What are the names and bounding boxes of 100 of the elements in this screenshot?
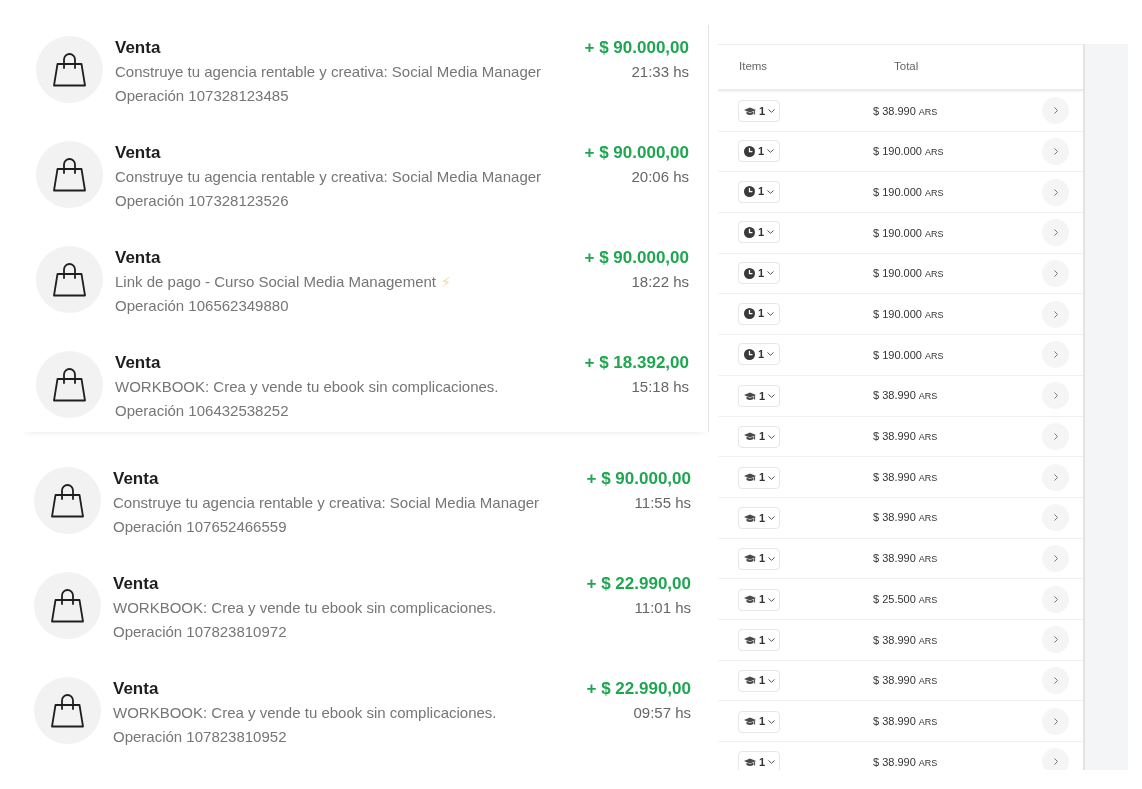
caret-icon xyxy=(767,271,775,276)
clock-icon xyxy=(744,348,755,360)
quantity-dropdown[interactable]: 1 xyxy=(738,302,780,325)
open-row-button[interactable] xyxy=(1042,138,1069,166)
shopping-bag-icon xyxy=(34,467,101,534)
total-cell-text: $ 38.990 ARS xyxy=(873,551,939,567)
caret-icon xyxy=(768,678,776,683)
clock-icon xyxy=(744,226,755,238)
quantity-dropdown[interactable]: 1 xyxy=(738,140,780,163)
open-row-button[interactable] xyxy=(1042,97,1069,125)
sale-time: 11:01 hs xyxy=(634,597,691,618)
total-cell-text: $ 190.000 ARS xyxy=(873,144,945,160)
open-row-button[interactable] xyxy=(1042,260,1069,288)
caret-icon xyxy=(767,311,775,316)
total-cell-text: $ 38.990 ARS xyxy=(873,754,939,770)
clock-icon xyxy=(744,145,755,157)
total-cell-text: $ 190.000 ARS xyxy=(873,266,945,282)
sale-title: Venta xyxy=(113,573,159,596)
operation-number: Operación 107652466559 xyxy=(113,516,287,537)
caret-icon xyxy=(768,638,776,643)
shopping-bag-icon xyxy=(36,36,103,103)
chevron-right-icon xyxy=(1053,270,1058,278)
total-cell-text: $ 25.500 ARS xyxy=(873,591,939,607)
sale-amount: + $ 22.990,00 xyxy=(586,678,691,701)
open-row-button[interactable] xyxy=(1042,666,1069,694)
sale-amount: + $ 90.000,00 xyxy=(584,37,689,60)
quantity-dropdown[interactable]: 1 xyxy=(738,629,780,652)
quantity-dropdown[interactable]: 1 xyxy=(738,385,780,408)
caret-icon xyxy=(768,597,776,602)
sale-title: Venta xyxy=(113,678,159,701)
chevron-right-icon xyxy=(1053,310,1058,318)
sale-amount: + $ 90.000,00 xyxy=(586,468,691,491)
operation-number: Operación 107328123485 xyxy=(115,85,289,106)
chevron-right-icon xyxy=(1053,514,1058,522)
open-row-button[interactable] xyxy=(1042,422,1069,450)
operation-number: Operación 107823810972 xyxy=(113,621,287,642)
caret-icon xyxy=(767,230,775,235)
sale-description: WORKBOOK: Crea y vende tu ebook sin complicaciones. xyxy=(113,702,497,723)
shopping-bag-icon xyxy=(34,572,101,639)
open-row-button[interactable] xyxy=(1042,748,1069,770)
quantity-dropdown[interactable]: 1 xyxy=(738,100,780,123)
shopping-bag-icon xyxy=(36,141,103,208)
quantity-dropdown[interactable]: 1 xyxy=(738,507,780,530)
open-row-button[interactable] xyxy=(1042,219,1069,247)
sale-title: Venta xyxy=(115,37,161,60)
chevron-right-icon xyxy=(1053,392,1058,400)
open-row-button[interactable] xyxy=(1042,626,1069,654)
open-row-button[interactable] xyxy=(1042,504,1069,532)
caret-icon xyxy=(767,189,775,194)
caret-icon xyxy=(768,760,776,765)
quantity-dropdown[interactable]: 1 xyxy=(738,262,780,285)
chevron-right-icon xyxy=(1053,473,1058,481)
chevron-right-icon xyxy=(1053,676,1058,684)
quantity-dropdown[interactable]: 1 xyxy=(738,710,780,733)
quantity-dropdown[interactable]: 1 xyxy=(738,669,780,692)
open-row-button[interactable] xyxy=(1042,585,1069,613)
sale-amount: + $ 90.000,00 xyxy=(584,247,689,270)
caret-icon xyxy=(768,109,776,114)
open-row-button[interactable] xyxy=(1042,707,1069,735)
mortarboard-icon xyxy=(744,757,756,767)
open-row-button[interactable] xyxy=(1042,382,1069,410)
quantity-dropdown[interactable]: 1 xyxy=(738,221,780,244)
chevron-right-icon xyxy=(1053,351,1058,359)
mortarboard-icon xyxy=(744,676,756,686)
open-row-button[interactable] xyxy=(1042,341,1069,369)
sale-description: WORKBOOK: Crea y vende tu ebook sin complicaciones. xyxy=(113,597,497,618)
mortarboard-icon xyxy=(744,432,756,442)
quantity-dropdown[interactable]: 1 xyxy=(738,425,780,448)
sale-time: 11:55 hs xyxy=(634,492,691,513)
lightning-icon: ⚡ xyxy=(441,271,451,293)
total-cell-text: $ 38.990 ARS xyxy=(873,713,939,729)
mortarboard-icon xyxy=(744,513,756,523)
total-cell-text: $ 38.990 ARS xyxy=(873,673,939,689)
quantity-dropdown[interactable]: 1 xyxy=(738,547,780,570)
total-cell-text: $ 38.990 ARS xyxy=(873,429,939,445)
sale-title: Venta xyxy=(115,247,161,270)
open-row-button[interactable] xyxy=(1042,178,1069,206)
clock-icon xyxy=(744,186,755,198)
operation-number: Operación 106432538252 xyxy=(115,400,289,421)
quantity-dropdown[interactable]: 1 xyxy=(738,588,780,611)
mortarboard-icon xyxy=(744,391,756,401)
quantity-dropdown[interactable]: 1 xyxy=(738,466,780,489)
sale-description: Construye tu agencia rentable y creativa: Social Media Manager xyxy=(115,61,542,82)
quantity-dropdown[interactable]: 1 xyxy=(738,343,780,366)
quantity-dropdown[interactable]: 1 xyxy=(738,751,780,770)
open-row-button[interactable] xyxy=(1042,544,1069,572)
chevron-right-icon xyxy=(1053,229,1058,237)
operation-number: Operación 107328123526 xyxy=(115,190,289,211)
quantity-dropdown[interactable]: 1 xyxy=(738,180,780,203)
clock-icon xyxy=(744,267,755,279)
column-header: Items xyxy=(739,59,769,75)
open-row-button[interactable] xyxy=(1042,463,1069,491)
open-row-button[interactable] xyxy=(1042,300,1069,328)
clock-icon xyxy=(744,308,755,320)
caret-icon xyxy=(768,434,776,439)
column-header: Total xyxy=(894,59,920,75)
total-cell-text: $ 190.000 ARS xyxy=(873,347,945,363)
sale-description: Link de pago - Curso Social Media Management xyxy=(115,271,436,292)
sale-amount: + $ 22.990,00 xyxy=(586,573,691,596)
sale-time: 09:57 hs xyxy=(633,702,691,723)
